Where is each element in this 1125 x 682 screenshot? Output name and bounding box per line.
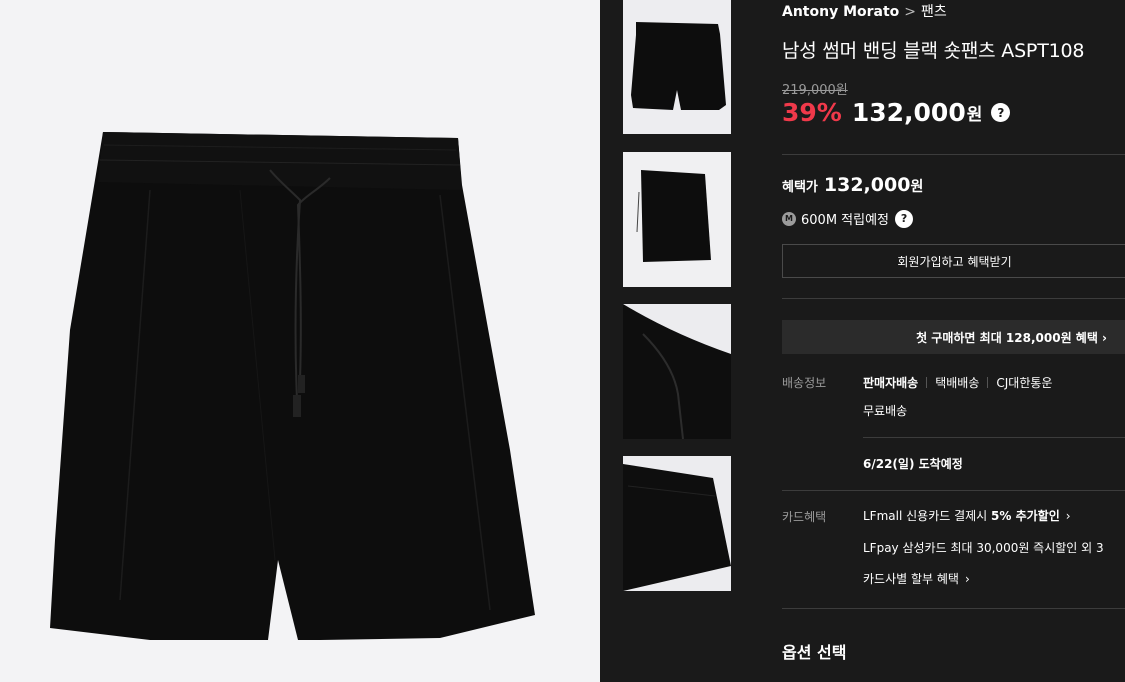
- divider: [987, 377, 989, 388]
- product-title: 남성 썸머 밴딩 블랙 숏팬츠 ASPT108: [782, 40, 1085, 62]
- divider: [782, 154, 1125, 155]
- black-shorts-side-thumbnail: [623, 152, 731, 287]
- black-shorts-illustration: [50, 132, 535, 640]
- breadcrumb: Antony Morato > 팬츠: [782, 1, 947, 21]
- price-row: 39% 132,000 원 ?: [782, 98, 1011, 127]
- category-link[interactable]: 팬츠: [921, 4, 947, 20]
- shipping-method: 택배배송: [935, 376, 980, 390]
- divider: [782, 298, 1125, 299]
- card-installment-text: 카드사별 할부 혜택: [863, 572, 959, 586]
- chevron-right-icon: >: [904, 4, 917, 20]
- shipping-label: 배송정보: [782, 376, 827, 390]
- card-benefit-highlight: 5% 추가할인: [991, 509, 1060, 523]
- chevron-right-icon: ›: [1065, 509, 1071, 523]
- card-benefit-text: LFmall 신용카드 결제시: [863, 509, 992, 523]
- join-for-benefit-button[interactable]: 회원가입하고 혜택받기: [782, 244, 1125, 278]
- mileage-text: 600M 적립예정: [801, 213, 890, 228]
- thumbnail-front[interactable]: [623, 0, 731, 134]
- discount-rate: 39%: [782, 98, 842, 127]
- divider: [926, 377, 928, 388]
- shipping-fee: 무료배송: [863, 404, 908, 418]
- card-installment-link[interactable]: 카드사별 할부 혜택 ›: [863, 570, 970, 587]
- brand-link[interactable]: Antony Morato: [782, 4, 899, 20]
- card-benefit-lfpay[interactable]: LFpay 삼성카드 최대 30,000원 즉시할인 외 3: [863, 539, 1104, 556]
- help-icon[interactable]: ?: [895, 209, 914, 228]
- thumbnail-waistband[interactable]: [623, 456, 731, 591]
- currency-label: 원: [966, 105, 983, 125]
- benefit-price-row: 혜택가 132,000 원: [782, 174, 923, 196]
- help-icon[interactable]: ?: [991, 103, 1011, 122]
- drawstring-detail-thumbnail: [623, 304, 731, 439]
- waistband-detail-thumbnail: [623, 456, 731, 591]
- thumbnail-side[interactable]: [623, 152, 731, 287]
- benefit-price: 132,000: [823, 174, 911, 196]
- main-product-image[interactable]: [0, 0, 600, 682]
- shipping-methods: 판매자배송 택배배송 CJ대한통운: [863, 374, 1052, 391]
- original-price: 219,000원: [782, 83, 848, 98]
- divider: [863, 437, 1125, 438]
- mileage-icon: M: [782, 211, 796, 226]
- arrival-estimate: 6/22(일) 도착예정: [863, 457, 963, 471]
- product-info-panel: Antony Morato > 팬츠 남성 썸머 밴딩 블랙 숏팬츠 ASPT108…: [782, 0, 1125, 682]
- card-benefit-lfmall[interactable]: LFmall 신용카드 결제시 5% 추가할인 ›: [863, 507, 1071, 524]
- mileage-row: M 600M 적립예정 ?: [782, 209, 914, 228]
- benefit-currency: 원: [910, 179, 924, 195]
- card-benefit-label: 카드혜택: [782, 510, 827, 524]
- benefit-label: 혜택가: [782, 180, 818, 195]
- shipping-seller: 판매자배송: [863, 376, 919, 390]
- thumbnail-drawstring[interactable]: [623, 304, 731, 439]
- sale-price: 132,000: [851, 98, 966, 127]
- chevron-right-icon: ›: [964, 572, 970, 586]
- shipping-courier: CJ대한통운: [996, 376, 1053, 390]
- divider: [782, 608, 1125, 609]
- black-shorts-front-thumbnail: [631, 22, 726, 110]
- option-select-heading: 옵션 선택: [782, 643, 847, 662]
- divider: [782, 490, 1125, 491]
- first-purchase-benefit-banner[interactable]: 첫 구매하면 최대 128,000원 혜택 ›: [782, 320, 1125, 354]
